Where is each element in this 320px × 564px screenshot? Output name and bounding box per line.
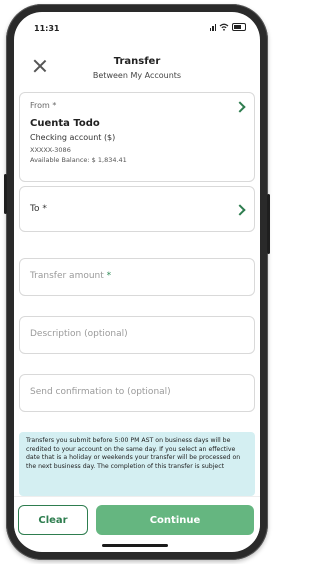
- signal-icon: [209, 23, 216, 31]
- transfer-notice: Transfers you submit before 5:00 PM AST …: [19, 432, 255, 496]
- page-title: Transfer: [113, 56, 161, 67]
- confirmation-field[interactable]: Send confirmation to (optional): [19, 374, 255, 412]
- wifi-icon: [219, 23, 229, 31]
- chevron-right-icon: [234, 204, 246, 216]
- description-placeholder: Description (optional): [30, 329, 128, 339]
- status-icons: [209, 23, 246, 31]
- page-subtitle: Between My Accounts: [92, 71, 182, 80]
- account-name: Cuenta Todo: [30, 118, 100, 129]
- battery-icon: [232, 23, 246, 31]
- header: Transfer Between My Accounts: [14, 52, 260, 92]
- side-button-right: [267, 194, 270, 254]
- account-type: Checking account ($): [30, 133, 116, 142]
- continue-button[interactable]: Continue: [96, 505, 254, 535]
- transfer-amount-field[interactable]: Transfer amount *: [19, 258, 255, 296]
- status-bar: 11:31: [14, 12, 260, 40]
- phone-screen: 11:31 Transfer Between My Accounts From …: [14, 12, 260, 552]
- to-account-card[interactable]: To *: [19, 186, 255, 232]
- confirmation-placeholder: Send confirmation to (optional): [30, 387, 171, 397]
- footer: Clear Continue: [14, 496, 260, 541]
- clear-button[interactable]: Clear: [18, 505, 88, 535]
- side-button-left: [4, 174, 7, 214]
- status-time: 11:31: [34, 24, 60, 33]
- available-balance: Available Balance: $ 1,834.41: [30, 156, 127, 164]
- chevron-right-icon: [234, 101, 246, 113]
- from-account-card[interactable]: From * Cuenta Todo Checking account ($) …: [19, 92, 255, 182]
- account-number: XXXXX-3086: [30, 146, 71, 154]
- home-indicator[interactable]: [102, 544, 168, 547]
- description-field[interactable]: Description (optional): [19, 316, 255, 354]
- to-label: To *: [30, 204, 47, 214]
- transfer-amount-placeholder: Transfer amount *: [30, 271, 112, 281]
- from-label: From *: [30, 101, 57, 110]
